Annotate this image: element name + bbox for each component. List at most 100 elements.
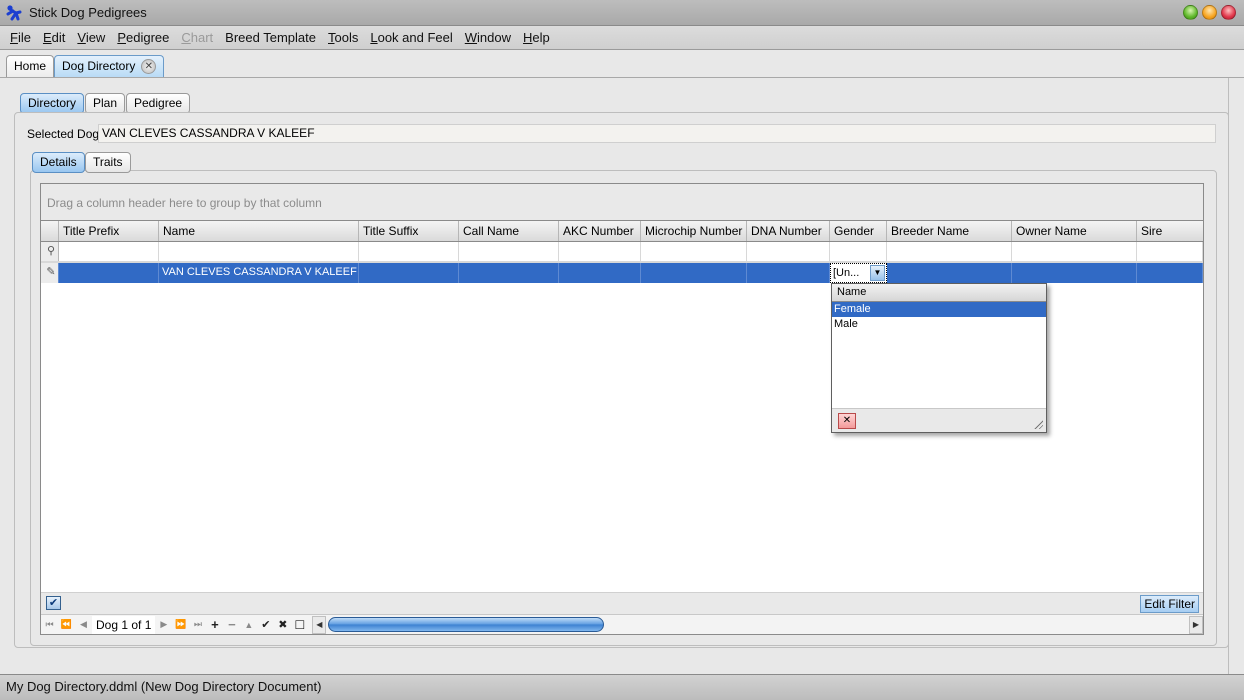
table-row[interactable]: ✎ VAN CLEVES CASSANDRA V KALEEF — [41, 263, 1203, 283]
tab-home[interactable]: Home — [6, 55, 55, 77]
filter-cell[interactable] — [159, 242, 359, 261]
minimize-button[interactable] — [1183, 5, 1198, 20]
gender-dropdown-popup: Name Female Male ✕ — [831, 283, 1047, 433]
cell-breeder-name[interactable] — [887, 263, 1012, 283]
prev-page-icon[interactable]: ⏪ — [58, 619, 75, 630]
tab-details[interactable]: Details — [32, 152, 85, 173]
resize-grip-icon[interactable] — [1033, 419, 1043, 429]
column-header-name[interactable]: Name — [159, 221, 359, 241]
filter-cell[interactable] — [641, 242, 747, 261]
filter-cell[interactable] — [747, 242, 830, 261]
menu-pedigree[interactable]: Pedigree — [111, 30, 175, 45]
filter-cell[interactable] — [1137, 242, 1203, 261]
menu-mnemonic: C — [181, 30, 191, 45]
menu-label: Breed Template — [225, 30, 316, 45]
scroll-right-icon[interactable]: ▶ — [1189, 615, 1203, 634]
accept-icon[interactable]: ✔ — [257, 618, 274, 631]
column-header-title-prefix[interactable]: Title Prefix — [59, 221, 159, 241]
menu-tools[interactable]: Tools — [322, 30, 364, 45]
menu-mnemonic: L — [370, 30, 378, 45]
document-tab-strip: Home Dog Directory ✕ — [0, 50, 1244, 78]
close-tab-icon[interactable]: ✕ — [141, 59, 157, 75]
first-record-icon[interactable]: ⏮ — [41, 619, 58, 630]
menu-label: ook and Feel — [377, 30, 453, 45]
option-male[interactable]: Male — [832, 317, 1046, 332]
tab-label: Directory — [28, 96, 77, 110]
option-female[interactable]: Female — [832, 302, 1046, 317]
cell-title-prefix[interactable] — [59, 263, 159, 283]
column-header-gender[interactable]: Gender — [830, 221, 887, 241]
cancel-icon[interactable]: ✖ — [274, 618, 291, 631]
maximize-button[interactable] — [1202, 5, 1217, 20]
cell-akc-number[interactable] — [559, 263, 641, 283]
filter-cell[interactable] — [559, 242, 641, 261]
filter-icon: ⚲ — [41, 242, 59, 261]
popup-column-header: Name — [832, 284, 1046, 302]
menu-file[interactable]: File — [4, 30, 37, 45]
column-header-breeder-name[interactable]: Breeder Name — [887, 221, 1012, 241]
filter-cell[interactable] — [1012, 242, 1137, 261]
menu-mnemonic: V — [77, 30, 86, 45]
filter-cell[interactable] — [830, 242, 887, 261]
selected-dog-label: Selected Dog: — [27, 127, 103, 141]
column-header-akc-number[interactable]: AKC Number — [559, 221, 641, 241]
chevron-down-icon[interactable]: ▼ — [870, 265, 885, 281]
menu-look-and-feel[interactable]: Look and Feel — [364, 30, 458, 45]
menu-window[interactable]: Window — [459, 30, 517, 45]
tab-pedigree[interactable]: Pedigree — [126, 93, 191, 114]
menu-label: dit — [51, 30, 66, 45]
filter-cell[interactable] — [359, 242, 459, 261]
filter-cell[interactable] — [459, 242, 559, 261]
group-by-area[interactable]: Drag a column header here to group by th… — [41, 184, 1203, 220]
edit-filter-button[interactable]: Edit Filter — [1140, 595, 1199, 613]
column-header-title-suffix[interactable]: Title Suffix — [359, 221, 459, 241]
cell-call-name[interactable] — [459, 263, 559, 283]
filter-enabled-checkbox[interactable]: ✔ — [46, 596, 61, 610]
menu-label: iew — [85, 30, 106, 45]
next-record-icon[interactable]: ▶ — [155, 619, 172, 630]
cell-microchip-number[interactable] — [641, 263, 747, 283]
scroll-left-icon[interactable]: ◀ — [312, 615, 327, 634]
tab-directory[interactable]: Directory — [20, 93, 85, 114]
menu-bar: File Edit View Pedigree Chart Breed Temp… — [0, 26, 1244, 50]
menu-edit[interactable]: Edit — [37, 30, 71, 45]
last-record-icon[interactable]: ⏭ — [189, 619, 206, 630]
gender-combo[interactable]: [Un... ▼ — [830, 263, 887, 283]
filter-row: ⚲ — [41, 242, 1203, 263]
column-header-sire[interactable]: Sire — [1137, 221, 1203, 241]
status-bar: My Dog Directory.ddml (New Dog Directory… — [0, 674, 1244, 700]
filter-box-icon[interactable]: ☐ — [291, 618, 308, 632]
menu-label: indow — [477, 30, 512, 45]
tab-dog-directory[interactable]: Dog Directory ✕ — [54, 55, 165, 77]
remove-icon[interactable]: − — [223, 617, 240, 632]
menu-breed-template[interactable]: Breed Template — [219, 30, 322, 45]
add-icon[interactable]: + — [206, 617, 223, 632]
menu-label: edigree — [126, 30, 170, 45]
clear-selection-icon[interactable]: ✕ — [838, 413, 856, 429]
data-navigator: ⏮ ⏪ ◀ Dog 1 of 1 ▶ ⏩ ⏭ + − ▲ ✔ ✖ ☐ ◀ ▶ — [41, 614, 1203, 634]
cell-title-suffix[interactable] — [359, 263, 459, 283]
cell-dna-number[interactable] — [747, 263, 830, 283]
tab-traits[interactable]: Traits — [85, 152, 131, 173]
filter-cell[interactable] — [887, 242, 1012, 261]
cell-name[interactable]: VAN CLEVES CASSANDRA V KALEEF — [159, 263, 359, 283]
menu-label: ile — [17, 30, 31, 45]
column-header-dna-number[interactable]: DNA Number — [747, 221, 830, 241]
prev-record-icon[interactable]: ◀ — [75, 619, 92, 630]
menu-mnemonic: E — [42, 30, 52, 45]
up-icon[interactable]: ▲ — [240, 620, 257, 630]
filter-cell[interactable] — [59, 242, 159, 261]
tab-plan[interactable]: Plan — [85, 93, 126, 114]
scrollbar-thumb[interactable] — [328, 616, 605, 632]
close-button[interactable] — [1221, 5, 1236, 20]
menu-help[interactable]: Help — [517, 30, 556, 45]
column-header-call-name[interactable]: Call Name — [459, 221, 559, 241]
menu-view[interactable]: View — [71, 30, 111, 45]
cell-owner-name[interactable] — [1012, 263, 1137, 283]
cell-sire[interactable] — [1137, 263, 1203, 283]
next-page-icon[interactable]: ⏩ — [172, 619, 189, 630]
horizontal-scrollbar[interactable] — [326, 615, 1189, 634]
column-header-microchip-number[interactable]: Microchip Number — [641, 221, 747, 241]
column-header-owner-name[interactable]: Owner Name — [1012, 221, 1137, 241]
tab-label: Plan — [93, 96, 118, 110]
